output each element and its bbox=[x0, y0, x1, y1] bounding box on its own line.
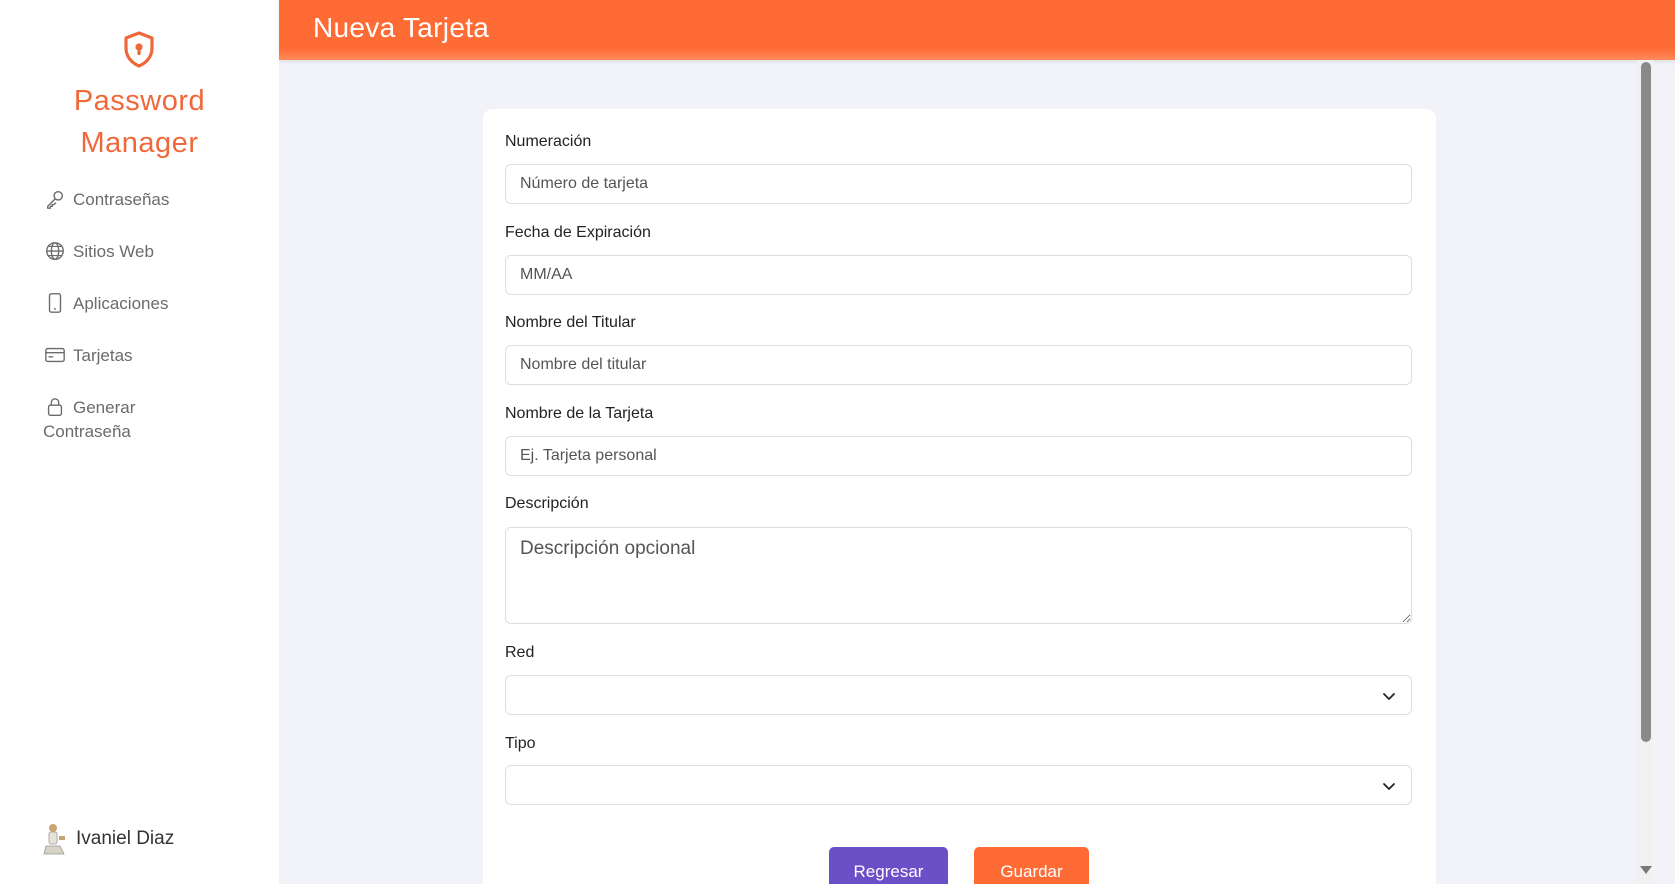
card-number-input[interactable] bbox=[505, 164, 1412, 204]
sidebar-item-generar-contrasena[interactable]: Generar Contraseña bbox=[43, 396, 264, 444]
brand-title: Password Manager bbox=[0, 80, 279, 164]
save-button[interactable]: Guardar bbox=[974, 847, 1089, 884]
credit-card-icon bbox=[44, 344, 68, 368]
back-button[interactable]: Regresar bbox=[829, 847, 948, 884]
sidebar-nav: Contraseñas Sitios Web Aplicaciones Tarj… bbox=[43, 188, 264, 472]
user-name: Ivaniel Diaz bbox=[76, 828, 175, 849]
avatar bbox=[40, 822, 70, 856]
sidebar: Password Manager Contraseñas Sitios Web bbox=[0, 0, 279, 884]
brand-line-2: Manager bbox=[80, 127, 199, 159]
card-form: Numeración Fecha de Expiración Nombre de… bbox=[483, 109, 1436, 884]
type-select[interactable] bbox=[505, 765, 1412, 805]
network-select[interactable] bbox=[505, 675, 1412, 715]
holder-name-label: Nombre del Titular bbox=[505, 314, 636, 331]
description-textarea[interactable] bbox=[505, 527, 1412, 624]
user-profile[interactable]: Ivaniel Diaz bbox=[40, 822, 174, 856]
sidebar-item-sitios-web[interactable]: Sitios Web bbox=[44, 240, 264, 264]
expiration-input[interactable] bbox=[505, 255, 1412, 295]
holder-name-input[interactable] bbox=[505, 345, 1412, 385]
shield-lock-icon bbox=[119, 29, 159, 69]
scrollbar[interactable] bbox=[1638, 60, 1653, 884]
sidebar-item-label: Tarjetas bbox=[73, 346, 133, 365]
numeracion-label: Numeración bbox=[505, 133, 592, 150]
page-title: Nueva Tarjeta bbox=[313, 12, 490, 43]
sidebar-item-aplicaciones[interactable]: Aplicaciones bbox=[44, 292, 264, 316]
card-name-label: Nombre de la Tarjeta bbox=[505, 405, 654, 422]
type-label: Tipo bbox=[505, 735, 536, 752]
sidebar-item-label-line-2: Contraseña bbox=[43, 422, 131, 441]
sidebar-item-label: Contraseñas bbox=[73, 190, 170, 209]
sidebar-item-tarjetas[interactable]: Tarjetas bbox=[44, 344, 264, 368]
chevron-down-icon bbox=[1383, 783, 1395, 790]
top-header: Nueva Tarjeta bbox=[279, 0, 1675, 60]
brand-line-1: Password bbox=[73, 85, 206, 117]
expiration-label: Fecha de Expiración bbox=[505, 224, 651, 241]
description-label: Descripción bbox=[505, 495, 589, 512]
lock-icon bbox=[44, 396, 68, 420]
key-icon bbox=[44, 188, 68, 212]
sidebar-item-contrasenas[interactable]: Contraseñas bbox=[44, 188, 264, 212]
phone-icon bbox=[44, 292, 68, 316]
sidebar-item-label-line-1: Generar bbox=[73, 398, 136, 417]
globe-icon bbox=[44, 240, 68, 264]
chevron-down-icon bbox=[1383, 693, 1395, 700]
network-label: Red bbox=[505, 644, 535, 661]
sidebar-item-label: Aplicaciones bbox=[73, 294, 169, 313]
scroll-down-arrow-icon[interactable] bbox=[1640, 866, 1652, 874]
scrollbar-thumb[interactable] bbox=[1641, 62, 1651, 742]
card-name-input[interactable] bbox=[505, 436, 1412, 476]
app-root: Password Manager Contraseñas Sitios Web bbox=[0, 0, 1675, 884]
sidebar-item-label: Sitios Web bbox=[73, 242, 154, 261]
